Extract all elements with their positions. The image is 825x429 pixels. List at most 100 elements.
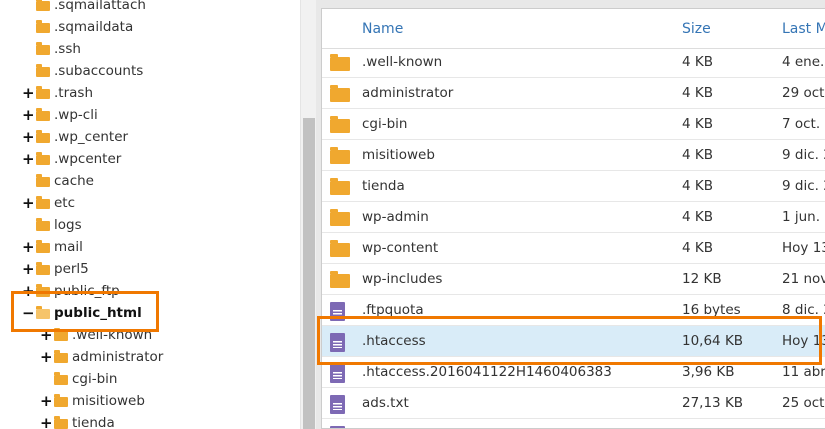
file-name: .well-known (362, 54, 443, 70)
folder-icon (54, 394, 68, 407)
folder-icon (330, 116, 350, 133)
file-name: wp-includes (362, 271, 443, 287)
table-row[interactable]: .well-known 4 KB 4 ene. 2 (322, 47, 825, 78)
file-name: ads.txt (362, 395, 409, 411)
tree-item-label: .wpcenter (54, 151, 122, 167)
expand-icon[interactable]: + (22, 85, 35, 101)
table-row[interactable]: cgi-bin 4 KB 7 oct. 2 (322, 109, 825, 140)
file-size: 4 KB (682, 178, 713, 194)
table-row[interactable]: tienda 4 KB 9 dic. 2 (322, 171, 825, 202)
tree-item[interactable]: + misitioweb (40, 390, 145, 412)
tree-scrollbar[interactable] (300, 0, 316, 429)
tree-item[interactable]: logs (22, 214, 82, 236)
directory-tree: .sqmailattach .sqmaildata .ssh .subaccounts… (0, 0, 300, 429)
highlight-box-htaccess (317, 316, 822, 365)
folder-icon (36, 86, 50, 99)
file-date: 11 abr. (782, 364, 825, 380)
folder-icon (36, 152, 50, 165)
file-date: 9 dic. 2 (782, 178, 825, 194)
table-row[interactable]: misitioweb 4 KB 9 dic. 2 (322, 140, 825, 171)
folder-icon (330, 147, 350, 164)
scrollbar-thumb[interactable] (303, 118, 315, 429)
expand-icon[interactable]: + (22, 239, 35, 255)
table-row[interactable]: wp-content 4 KB Hoy 13 (322, 233, 825, 264)
folder-icon (36, 20, 50, 33)
document-icon (330, 364, 345, 383)
tree-item[interactable]: .sqmaildata (22, 16, 133, 38)
tree-item-label: etc (54, 195, 76, 211)
expand-icon[interactable]: + (22, 107, 35, 123)
tree-item[interactable]: + .wpcenter (22, 148, 121, 170)
expand-icon[interactable]: + (22, 151, 35, 167)
table-row[interactable]: administrator 4 KB 29 oct. 2 (322, 78, 825, 109)
file-size: 4 KB (682, 209, 713, 225)
tree-item[interactable]: cgi-bin (40, 368, 118, 390)
folder-icon (330, 240, 350, 257)
table-row[interactable] (322, 419, 825, 428)
file-name: wp-admin (362, 209, 429, 225)
tree-item[interactable]: + administrator (40, 346, 163, 368)
folder-icon (36, 218, 50, 231)
expand-icon[interactable]: + (22, 261, 35, 277)
tree-item-label: perl5 (54, 261, 89, 277)
expand-icon[interactable]: + (40, 349, 53, 365)
table-row[interactable]: wp-admin 4 KB 1 jun. 2 (322, 202, 825, 233)
highlight-box-public-html (11, 291, 159, 332)
folder-icon (36, 0, 50, 11)
expand-icon[interactable]: + (40, 415, 53, 429)
file-date: Hoy 13 (782, 240, 825, 256)
folder-icon (36, 262, 50, 275)
tree-item-label: .sqmaildata (54, 19, 134, 35)
tree-item[interactable]: + mail (22, 236, 83, 258)
tree-item[interactable]: + perl5 (22, 258, 89, 280)
tree-item-label: cgi-bin (72, 371, 118, 387)
column-name-header[interactable]: Name (362, 21, 403, 37)
tree-item-label: .sqmailattach (54, 0, 146, 13)
tree-item-label: .wp-cli (54, 107, 98, 123)
file-name: .htaccess.2016041122H1460406383 (362, 364, 612, 380)
tree-item-label: .subaccounts (54, 63, 144, 79)
tree-item-label: tienda (72, 415, 115, 429)
file-size: 4 KB (682, 85, 713, 101)
table-row[interactable]: ads.txt 27,13 KB 25 oct. (322, 388, 825, 419)
folder-icon (36, 130, 50, 143)
file-name: cgi-bin (362, 116, 408, 132)
tree-item[interactable]: + .wp_center (22, 126, 128, 148)
file-date: 21 nov. (782, 271, 825, 287)
file-size: 4 KB (682, 116, 713, 132)
column-size-header[interactable]: Size (682, 21, 711, 37)
file-date: 1 jun. 2 (782, 209, 825, 225)
tree-item-label: misitioweb (72, 393, 145, 409)
folder-icon (330, 178, 350, 195)
tree-item[interactable]: .sqmailattach (22, 0, 146, 16)
file-size: 4 KB (682, 147, 713, 163)
file-date: 25 oct. (782, 395, 825, 411)
tree-item[interactable]: .subaccounts (22, 60, 143, 82)
folder-icon (54, 372, 68, 385)
tree-item[interactable]: + tienda (40, 412, 115, 429)
tree-item[interactable]: .ssh (22, 38, 81, 60)
expand-icon[interactable]: + (40, 393, 53, 409)
file-name: misitioweb (362, 147, 435, 163)
expand-icon[interactable]: + (22, 129, 35, 145)
file-size: 27,13 KB (682, 395, 744, 411)
file-name: administrator (362, 85, 454, 101)
file-name: tienda (362, 178, 405, 194)
tree-item[interactable]: + .trash (22, 82, 93, 104)
file-size: 12 KB (682, 271, 722, 287)
tree-item-label: mail (54, 239, 83, 255)
file-date: 29 oct. 2 (782, 85, 825, 101)
tree-item-label: cache (54, 173, 94, 189)
expand-icon[interactable]: + (22, 195, 35, 211)
folder-icon (36, 64, 50, 77)
tree-item[interactable]: cache (22, 170, 94, 192)
file-size: 3,96 KB (682, 364, 735, 380)
column-modified-header[interactable]: Last Mo (782, 21, 825, 37)
file-date: 9 dic. 2 (782, 147, 825, 163)
tree-item[interactable]: + etc (22, 192, 75, 214)
tree-item-label: logs (54, 217, 82, 233)
file-date: 7 oct. 2 (782, 116, 825, 132)
tree-item-label: .ssh (54, 41, 81, 57)
table-row[interactable]: wp-includes 12 KB 21 nov. (322, 264, 825, 295)
tree-item[interactable]: + .wp-cli (22, 104, 98, 126)
